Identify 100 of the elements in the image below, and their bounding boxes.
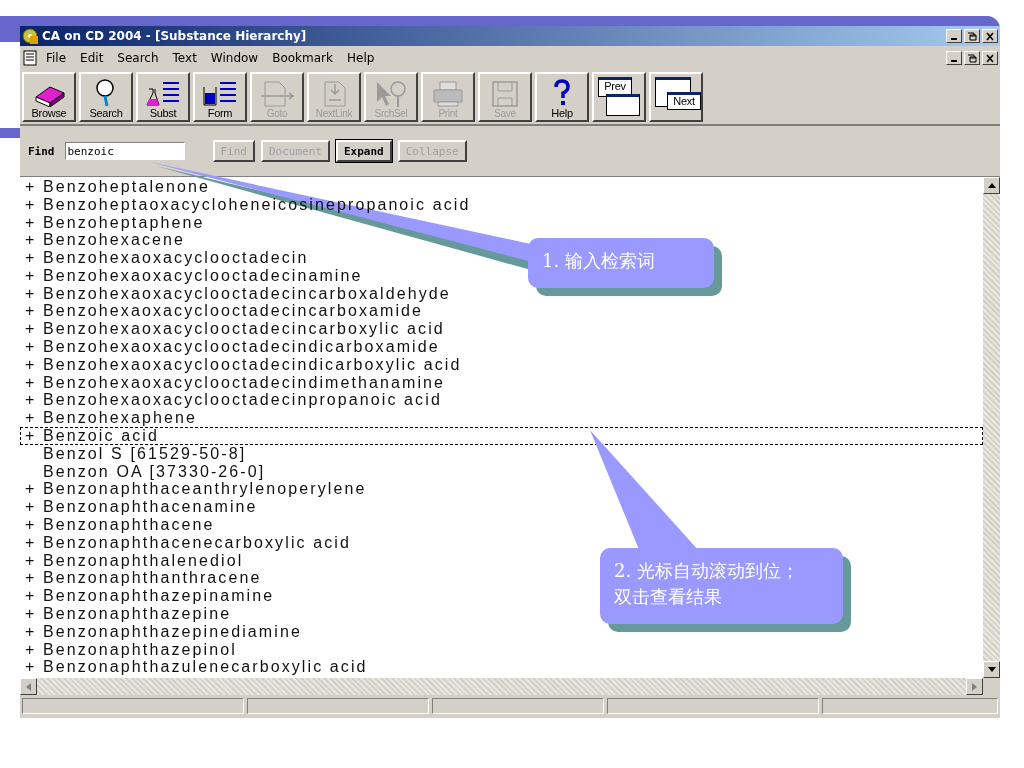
expand-toggle[interactable]: + [21, 427, 43, 446]
scroll-down-button[interactable] [983, 661, 1000, 678]
tree-row[interactable]: + Benzohexaoxacyclooctadecincarboxamide [20, 302, 425, 321]
find-label: Find [28, 144, 55, 158]
expand-toggle[interactable]: + [21, 249, 43, 268]
callout-text: 双击查看结果 [614, 585, 723, 609]
expand-toggle[interactable]: + [21, 658, 43, 677]
substance-name: Benzonaphthanthracene [43, 569, 262, 588]
next-button[interactable]: Next [649, 72, 703, 122]
tree-row[interactable]: + Benzohexaoxacyclooctadecin [20, 249, 310, 267]
tree-row[interactable]: + Benzohexaoxacyclooctadecindicarboxamide [20, 338, 441, 356]
close-button[interactable] [982, 51, 998, 65]
find-bar-button[interactable]: Expand [336, 140, 392, 162]
tree-row[interactable]: + Benzohexaoxacyclooctadecinpropanoic acid [20, 391, 443, 410]
substance-name: Benzohexaoxacyclooctadecindimethanamine [43, 373, 446, 392]
tree-row[interactable]: + Benzohexaphene [20, 409, 198, 428]
menu-item[interactable]: Window [204, 50, 265, 66]
menu-item[interactable]: Bookmark [266, 50, 339, 66]
tree-row[interactable]: + Benzoheptalenone [20, 178, 212, 196]
expand-toggle[interactable]: + [21, 373, 43, 392]
tree-row[interactable]: + Benzonaphthaceanthrylenoperylene [20, 480, 368, 499]
tree-row[interactable]: + Benzonaphthazepinediamine [20, 622, 303, 641]
tree-row[interactable]: + Benzonaphthazepinol [20, 640, 238, 659]
substance-name: Benzohexacene [43, 231, 186, 250]
tree-row[interactable]: + Benzohexaoxacyclooctadecincarboxaldehyde [20, 284, 452, 303]
expand-toggle[interactable]: + [21, 266, 43, 285]
minimize-button[interactable] [946, 29, 962, 43]
scroll-right-button[interactable] [966, 678, 983, 695]
toolbar-button[interactable]: Help [535, 72, 589, 122]
toolbar-button[interactable]: Form [193, 72, 247, 122]
restore-icon [967, 31, 977, 41]
expand-toggle[interactable]: + [21, 498, 43, 517]
toolbar-button[interactable]: Subst [136, 72, 190, 122]
expand-toggle[interactable]: + [21, 533, 43, 552]
expand-toggle[interactable]: + [21, 195, 43, 214]
minimize-button[interactable] [946, 51, 962, 65]
tree-row[interactable]: + Benzonaphthazulenecarboxylic acid [20, 658, 369, 677]
expand-toggle[interactable]: + [21, 516, 43, 535]
substance-name: Benzonaphthazepinol [43, 640, 237, 659]
tree-row[interactable]: + Benzohexacene [20, 231, 187, 250]
expand-toggle[interactable]: + [21, 480, 43, 499]
expand-toggle[interactable]: + [21, 231, 43, 250]
tree-row[interactable]: + Benzohexaoxacyclooctadecincarboxylic acid [20, 320, 446, 339]
toolbar-button[interactable]: Browse [22, 72, 76, 122]
vertical-scrollbar[interactable] [983, 177, 1000, 678]
find-field[interactable]: benzoic [64, 142, 185, 160]
tree-row[interactable]: + Benzohexaoxacyclooctadecindicarboxylic acid [20, 355, 463, 374]
substance-name: Benzohexaoxacyclooctadecinamine [43, 266, 363, 285]
expand-toggle[interactable]: + [21, 409, 43, 428]
expand-toggle[interactable]: + [21, 640, 43, 659]
close-button[interactable] [982, 29, 998, 43]
previous-button[interactable]: Prev [592, 72, 646, 122]
expand-toggle[interactable]: + [21, 320, 43, 339]
substance-name: Benzonaphthaceanthrylenoperylene [43, 480, 367, 499]
expand-toggle[interactable]: + [21, 622, 43, 641]
tree-row[interactable]: + Benzoic acid [20, 427, 983, 445]
menu-item[interactable]: Help [341, 50, 381, 66]
expand-toggle[interactable]: + [21, 355, 43, 374]
restore-button[interactable] [964, 51, 980, 65]
callout-text: 1. 输入检索词 [542, 249, 656, 273]
tree-row[interactable]: + Benzonaphthalenediol [20, 551, 245, 570]
menu-item[interactable]: Search [111, 50, 165, 66]
toolbar-button[interactable]: Search [79, 72, 133, 122]
expand-toggle[interactable]: + [21, 551, 43, 570]
expand-toggle[interactable]: + [21, 569, 43, 588]
printer-icon [432, 80, 464, 108]
substance-name: Benzonaphthacenamine [43, 498, 258, 517]
tree-row[interactable]: + Benzohexaoxacyclooctadecindimethanamine [20, 373, 447, 392]
expand-toggle[interactable]: + [21, 177, 43, 196]
document-icon[interactable] [22, 50, 38, 66]
tree-row[interactable]: + Benzonaphthacenecarboxylic acid [20, 533, 352, 552]
tree-row[interactable]: + Benzonaphthacenamine [20, 498, 259, 517]
restore-button[interactable] [964, 29, 980, 43]
scroll-left-button[interactable] [20, 678, 37, 695]
expand-toggle[interactable]: + [21, 338, 43, 357]
expand-toggle[interactable]: + [21, 213, 43, 232]
tree-row[interactable]: + Benzohexaoxacyclooctadecinamine [20, 267, 364, 285]
scroll-up-button[interactable] [983, 177, 1000, 194]
menu-item[interactable]: Edit [74, 50, 110, 66]
tree-row[interactable]: + Benzonaphthacene [20, 516, 216, 534]
tree-row[interactable]: + Benzonaphthazepinamine [20, 587, 276, 606]
expand-toggle[interactable]: + [21, 391, 43, 410]
tree-row[interactable]: + Benzoheptaphene [20, 213, 206, 232]
substance-name: Benzohexaoxacyclooctadecincarboxamide [43, 302, 424, 321]
expand-toggle[interactable]: + [21, 587, 43, 606]
horizontal-scrollbar[interactable] [20, 678, 983, 695]
expand-toggle[interactable]: + [21, 605, 43, 624]
document-chain-icon [259, 80, 295, 108]
tree-row[interactable]: + Benzonaphthazepine [20, 605, 233, 623]
right-arrow-icon [972, 682, 977, 691]
substance-name: Benzohexaphene [43, 409, 197, 428]
close-icon [985, 53, 995, 63]
menu-item[interactable]: File [40, 50, 73, 66]
window-title: CA on CD 2004 - [Substance Hierarchy] [42, 29, 308, 43]
menu-item[interactable]: Text [166, 50, 203, 66]
expand-toggle[interactable]: + [21, 284, 43, 303]
tree-row[interactable]: + Benzonaphthanthracene [20, 569, 263, 588]
substance-name: Benzonaphthacene [43, 516, 215, 535]
expand-toggle[interactable]: + [21, 302, 43, 321]
substance-name: Benzohexaoxacyclooctadecincarboxaldehyde [43, 284, 451, 303]
